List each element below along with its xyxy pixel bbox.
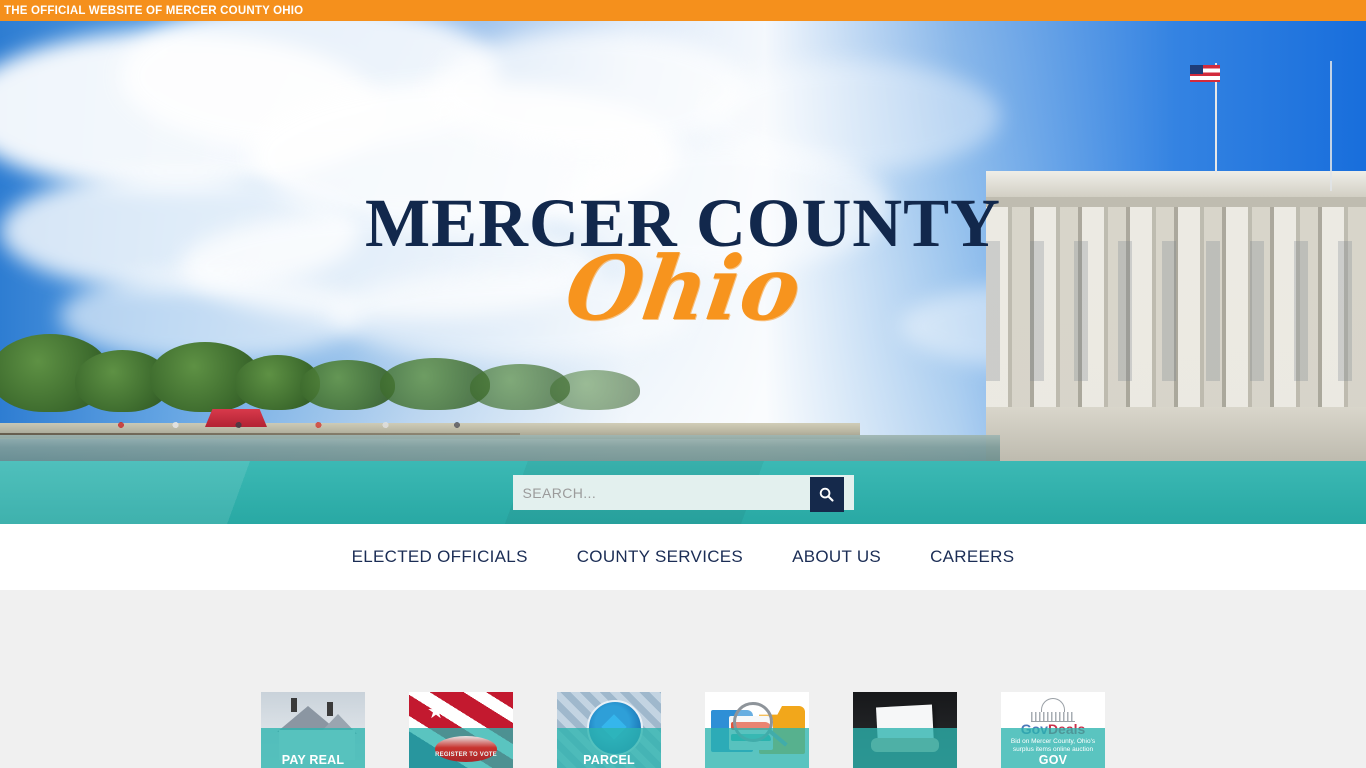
hero-title-block: MERCER COUNTY Ohio [0, 21, 1366, 461]
nav-item-elected-officials[interactable]: ELECTED OFFICIALS [352, 547, 528, 567]
quick-link-pay-real-estate-taxes[interactable]: PAY REAL [261, 692, 365, 768]
govdeals-tagline: Bid on Mercer County, Ohio's surplus ite… [1010, 738, 1096, 754]
chimney-shape [327, 702, 333, 716]
quick-links-row: PAY REAL ★ REGISTER TO VOTE PARCEL Bid o… [0, 692, 1366, 768]
chimney-shape [291, 698, 297, 712]
main-navigation: ELECTED OFFICIALS COUNTY SERVICES ABOUT … [0, 524, 1366, 590]
nav-item-about-us[interactable]: ABOUT US [792, 547, 881, 567]
quick-link-court-records[interactable] [853, 692, 957, 768]
search-button[interactable] [809, 477, 844, 512]
quick-link-label: PARCEL [583, 752, 635, 767]
search-form [512, 475, 854, 512]
tile-overlay [853, 728, 957, 768]
quick-link-register-to-vote[interactable]: ★ REGISTER TO VOTE [409, 692, 513, 768]
quick-links-section: PAY REAL ★ REGISTER TO VOTE PARCEL Bid o… [0, 590, 1366, 768]
search-icon [819, 487, 834, 502]
quick-link-label: GOV [1038, 752, 1068, 767]
star-icon: ★ [427, 701, 445, 723]
quick-link-govdeals[interactable]: GovDeals Bid on Mercer County, Ohio's su… [1001, 692, 1105, 768]
quick-link-label: PAY REAL [281, 752, 345, 767]
capitol-dome-icon [1041, 698, 1065, 712]
nav-item-county-services[interactable]: COUNTY SERVICES [577, 547, 743, 567]
top-announcement-bar: THE OFFICIAL WEBSITE OF MERCER COUNTY OH… [0, 0, 1366, 21]
nav-item-careers[interactable]: CAREERS [930, 547, 1014, 567]
vote-badge-label: REGISTER TO VOTE [435, 752, 497, 758]
quick-link-parcel-search[interactable]: PARCEL [557, 692, 661, 768]
nav-list: ELECTED OFFICIALS COUNTY SERVICES ABOUT … [352, 547, 1015, 567]
vote-badge [435, 736, 497, 762]
hero-banner: MERCER COUNTY Ohio [0, 21, 1366, 461]
search-input[interactable] [512, 475, 810, 510]
search-band [0, 461, 1366, 524]
top-announcement-text: THE OFFICIAL WEBSITE OF MERCER COUNTY OH… [4, 4, 304, 17]
tile-overlay [705, 728, 809, 768]
quick-link-records-search[interactable] [705, 692, 809, 768]
site-title-script: Ohio [559, 236, 807, 340]
